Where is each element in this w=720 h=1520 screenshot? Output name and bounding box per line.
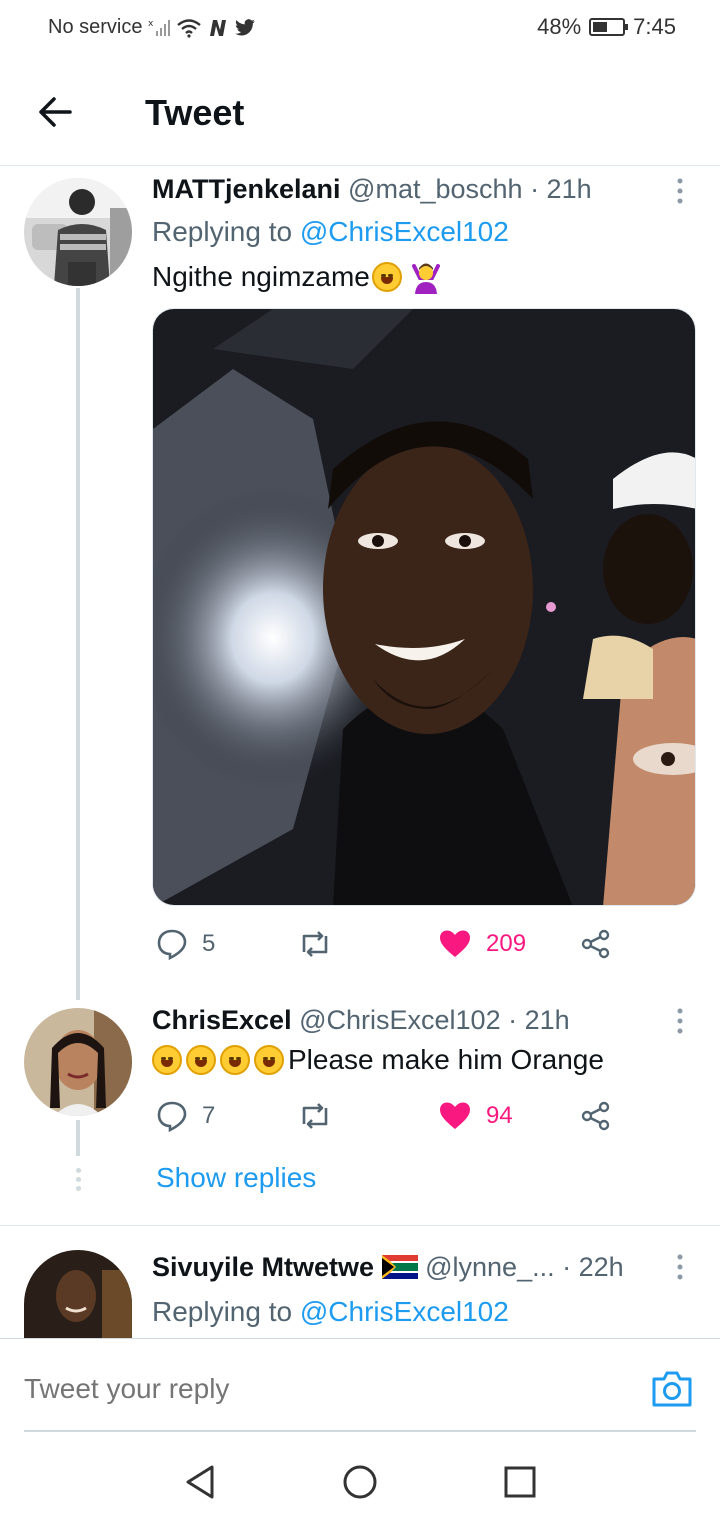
tweet-header: Sivuyile Mtwetwe @lynne_... · 22h [152, 1252, 624, 1283]
user-handle: @mat_boschh [348, 174, 523, 204]
share-icon [581, 929, 610, 959]
tweet-text: Ngithe ngimzame [152, 260, 442, 294]
rofl-emoji [254, 1045, 284, 1075]
carrier-label: No service [48, 16, 143, 38]
system-nav-bar [0, 1440, 720, 1520]
tweet-time: · 22h [562, 1252, 624, 1282]
nav-recents-icon[interactable] [500, 1462, 540, 1502]
tweet-time: · 21h [530, 174, 592, 204]
battery-icon [589, 18, 629, 36]
avatar[interactable] [24, 178, 132, 286]
twitter-bird-icon [235, 18, 256, 35]
thread-line [76, 1120, 80, 1156]
joy-emoji [152, 1045, 182, 1075]
reply-count: 7 [202, 1102, 216, 1129]
user-handle: @lynne_... [425, 1252, 555, 1282]
like-button[interactable]: 94 [438, 1100, 513, 1132]
reply-icon [157, 1101, 187, 1132]
like-count: 94 [486, 1102, 513, 1129]
display-name[interactable]: MATTjenkelani [152, 174, 341, 204]
tweet-header: MATTjenkelani @mat_boschh · 21h [152, 174, 592, 205]
tweet-text: Please make him Orange [152, 1044, 604, 1076]
share-button[interactable] [580, 928, 612, 960]
reply-input[interactable] [24, 1373, 584, 1405]
share-button[interactable] [580, 1100, 612, 1132]
thread-line [76, 288, 80, 1000]
photo-image [153, 309, 695, 905]
arrow-left-icon [39, 97, 72, 127]
divider [0, 1225, 720, 1226]
display-name[interactable]: ChrisExcel [152, 1005, 292, 1035]
replying-to: Replying to @ChrisExcel102 [152, 216, 509, 247]
thread-dots [73, 1168, 83, 1191]
heart-icon [440, 930, 470, 957]
avatar[interactable] [24, 1250, 132, 1338]
reply-composer [0, 1338, 720, 1430]
like-count: 209 [486, 930, 527, 957]
camera-button[interactable] [650, 1369, 694, 1409]
more-options-icon[interactable] [670, 176, 690, 206]
mention-link[interactable]: @ChrisExcel102 [300, 1296, 509, 1327]
avatar[interactable] [24, 1008, 132, 1116]
signal-icon: x [148, 19, 171, 36]
replying-to: Replying to @ChrisExcel102 [152, 1296, 509, 1327]
mention-link[interactable]: @ChrisExcel102 [300, 216, 509, 247]
like-button[interactable]: 209 [438, 928, 526, 960]
svg-text:x: x [148, 19, 154, 29]
tweet-header: ChrisExcel @ChrisExcel102 · 21h [152, 1005, 570, 1036]
reply-icon [157, 929, 187, 960]
camera-icon [652, 1371, 692, 1407]
retweet-icon [302, 931, 328, 957]
joy-emoji [186, 1045, 216, 1075]
share-icon [581, 1101, 610, 1131]
divider [24, 1430, 696, 1432]
retweet-button[interactable] [298, 1100, 332, 1132]
tweet-time: · 21h [508, 1005, 570, 1035]
app-header: Tweet [0, 56, 720, 166]
retweet-icon [302, 1103, 328, 1129]
page-title: Tweet [145, 92, 245, 133]
nav-back-icon[interactable] [180, 1462, 220, 1502]
tweet-photo[interactable] [152, 308, 696, 906]
clock: 7:45 [633, 14, 676, 39]
more-options-icon[interactable] [670, 1006, 690, 1036]
reply-count: 5 [202, 930, 216, 957]
user-handle: @ChrisExcel102 [299, 1005, 501, 1035]
heart-icon [440, 1102, 470, 1129]
reply-button[interactable]: 5 [156, 928, 215, 960]
back-button[interactable] [34, 90, 78, 134]
more-options-icon[interactable] [670, 1252, 690, 1282]
rofl-emoji [371, 262, 402, 292]
person-gesturing-ok-emoji [411, 263, 440, 294]
south-africa-flag-emoji [381, 1255, 418, 1279]
wifi-icon [177, 18, 202, 38]
battery-percent: 48% [537, 14, 582, 39]
display-name[interactable]: Sivuyile Mtwetwe [152, 1252, 374, 1282]
n-app-icon [210, 19, 227, 36]
joy-emoji [220, 1045, 250, 1075]
show-replies-link[interactable]: Show replies [156, 1162, 316, 1194]
retweet-button[interactable] [298, 928, 332, 960]
nav-home-icon[interactable] [340, 1462, 380, 1502]
reply-button[interactable]: 7 [156, 1100, 215, 1132]
status-bar: No service x 48% 7:45 [0, 0, 720, 56]
